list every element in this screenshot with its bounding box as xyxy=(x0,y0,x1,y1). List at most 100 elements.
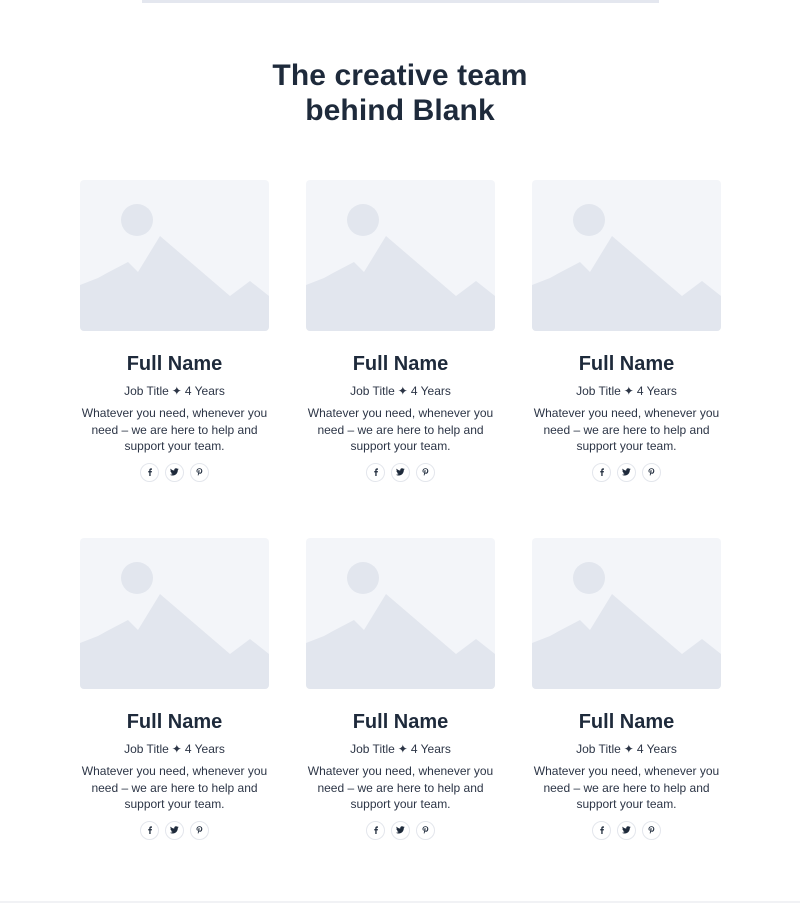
pinterest-button[interactable] xyxy=(190,820,209,840)
team-member-card: Full Name Job Title ✦ 4 Years Whatever you… xyxy=(306,538,495,844)
pinterest-button[interactable] xyxy=(416,820,435,840)
image-placeholder xyxy=(80,538,269,689)
member-name: Full Name xyxy=(352,711,449,733)
pinterest-icon xyxy=(648,826,655,834)
team-member-card: Full Name Job Title ✦ 4 Years Whatever you… xyxy=(306,180,495,486)
pinterest-icon xyxy=(196,468,203,476)
member-meta: Job Title ✦ 4 Years xyxy=(80,741,269,757)
facebook-icon xyxy=(147,468,152,476)
member-years: 4 Years xyxy=(184,742,225,756)
member-description: Whatever you need, whenever you need – w… xyxy=(307,764,494,811)
facebook-icon xyxy=(599,468,604,476)
pinterest-button[interactable] xyxy=(642,820,661,840)
twitter-button[interactable] xyxy=(165,820,184,840)
social-links xyxy=(532,820,721,840)
member-description: Whatever you need, whenever you need – w… xyxy=(307,406,494,453)
meta-separator: ✦ xyxy=(623,742,634,756)
image-placeholder xyxy=(306,538,495,689)
meta-separator: ✦ xyxy=(171,742,182,756)
member-years: 4 Years xyxy=(636,742,677,756)
member-years: 4 Years xyxy=(410,742,451,756)
pinterest-icon xyxy=(196,826,203,834)
team-grid: Full Name Job Title ✦ 4 Years Whatever you… xyxy=(80,180,721,844)
member-years: 4 Years xyxy=(184,384,225,398)
section-title-line-1: The creative team xyxy=(272,59,528,92)
team-member-card: Full Name Job Title ✦ 4 Years Whatever you… xyxy=(532,538,721,844)
member-description: Whatever you need, whenever you need – w… xyxy=(533,764,720,811)
member-job-title: Job Title xyxy=(124,742,169,756)
pinterest-button[interactable] xyxy=(642,462,661,482)
sun-icon xyxy=(573,562,605,594)
meta-separator: ✦ xyxy=(397,384,408,398)
image-placeholder xyxy=(532,538,721,689)
member-name: Full Name xyxy=(126,353,223,375)
member-years: 4 Years xyxy=(410,384,451,398)
facebook-icon xyxy=(147,826,152,834)
pinterest-icon xyxy=(422,826,429,834)
image-placeholder xyxy=(306,180,495,331)
facebook-button[interactable] xyxy=(140,820,159,840)
member-meta: Job Title ✦ 4 Years xyxy=(80,383,269,399)
twitter-icon xyxy=(170,826,179,834)
meta-separator: ✦ xyxy=(623,384,634,398)
member-meta: Job Title ✦ 4 Years xyxy=(306,383,495,399)
facebook-icon xyxy=(599,826,604,834)
member-meta: Job Title ✦ 4 Years xyxy=(532,383,721,399)
twitter-button[interactable] xyxy=(617,462,636,482)
section-title-line-2: behind Blank xyxy=(305,94,495,127)
social-links xyxy=(306,462,495,482)
member-description: Whatever you need, whenever you need – w… xyxy=(81,764,268,811)
sun-icon xyxy=(347,562,379,594)
facebook-button[interactable] xyxy=(140,462,159,482)
twitter-button[interactable] xyxy=(391,820,410,840)
member-description: Whatever you need, whenever you need – w… xyxy=(81,406,268,453)
member-job-title: Job Title xyxy=(350,384,395,398)
section-title: The creative team behind Blank xyxy=(0,58,800,128)
social-links xyxy=(306,820,495,840)
member-meta: Job Title ✦ 4 Years xyxy=(306,741,495,757)
facebook-button[interactable] xyxy=(592,462,611,482)
team-member-card: Full Name Job Title ✦ 4 Years Whatever you… xyxy=(532,180,721,486)
social-links xyxy=(532,462,721,482)
member-job-title: Job Title xyxy=(576,384,621,398)
member-job-title: Job Title xyxy=(350,742,395,756)
facebook-button[interactable] xyxy=(366,820,385,840)
image-placeholder xyxy=(80,180,269,331)
member-years: 4 Years xyxy=(636,384,677,398)
member-meta: Job Title ✦ 4 Years xyxy=(532,741,721,757)
facebook-button[interactable] xyxy=(366,462,385,482)
member-description: Whatever you need, whenever you need – w… xyxy=(533,406,720,453)
team-member-card: Full Name Job Title ✦ 4 Years Whatever you… xyxy=(80,180,269,486)
twitter-icon xyxy=(396,826,405,834)
twitter-button[interactable] xyxy=(165,462,184,482)
meta-separator: ✦ xyxy=(171,384,182,398)
member-name: Full Name xyxy=(352,353,449,375)
pinterest-icon xyxy=(648,468,655,476)
member-name: Full Name xyxy=(126,711,223,733)
meta-separator: ✦ xyxy=(397,742,408,756)
sun-icon xyxy=(347,204,379,236)
sun-icon xyxy=(121,204,153,236)
twitter-icon xyxy=(622,826,631,834)
pinterest-button[interactable] xyxy=(190,462,209,482)
facebook-icon xyxy=(373,468,378,476)
twitter-icon xyxy=(396,468,405,476)
twitter-icon xyxy=(170,468,179,476)
facebook-button[interactable] xyxy=(592,820,611,840)
pinterest-icon xyxy=(422,468,429,476)
member-name: Full Name xyxy=(578,711,675,733)
pinterest-button[interactable] xyxy=(416,462,435,482)
team-member-card: Full Name Job Title ✦ 4 Years Whatever you… xyxy=(80,538,269,844)
social-links xyxy=(80,462,269,482)
facebook-icon xyxy=(373,826,378,834)
twitter-button[interactable] xyxy=(391,462,410,482)
top-divider-bar xyxy=(142,0,659,3)
sun-icon xyxy=(121,562,153,594)
member-job-title: Job Title xyxy=(124,384,169,398)
image-placeholder xyxy=(532,180,721,331)
twitter-icon xyxy=(622,468,631,476)
member-name: Full Name xyxy=(578,353,675,375)
sun-icon xyxy=(573,204,605,236)
social-links xyxy=(80,820,269,840)
twitter-button[interactable] xyxy=(617,820,636,840)
